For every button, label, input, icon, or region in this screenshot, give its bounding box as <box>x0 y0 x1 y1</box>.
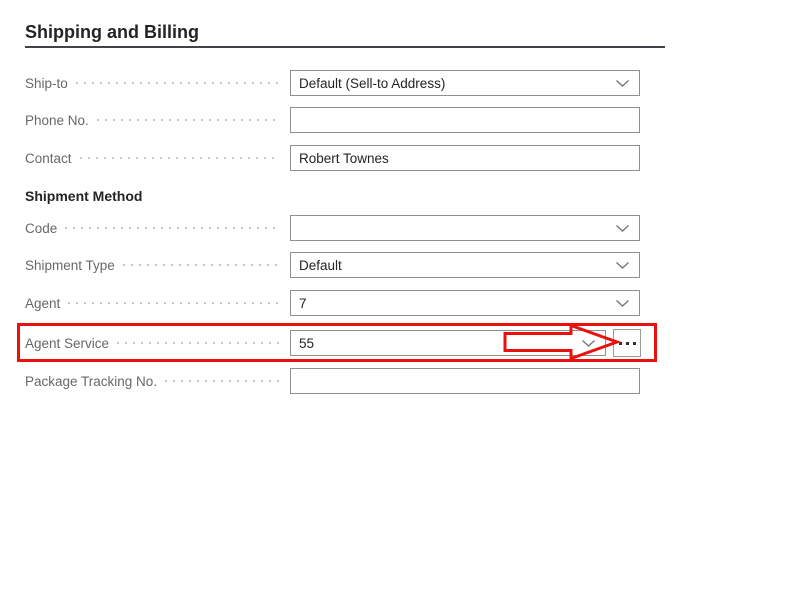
dotted-leader <box>68 302 280 304</box>
chevron-down-icon[interactable] <box>615 299 630 308</box>
code-combobox[interactable] <box>290 215 640 241</box>
shipment-type-input[interactable] <box>291 253 615 277</box>
agent-input[interactable] <box>291 291 615 315</box>
agent-service-combobox[interactable] <box>290 330 606 356</box>
group-header-shipment-method: Shipment Method <box>25 188 142 204</box>
chevron-down-icon[interactable] <box>615 79 630 88</box>
field-row-agent: Agent <box>25 290 641 316</box>
section-title-divider <box>25 46 665 48</box>
agent-service-assist-edit-button[interactable] <box>613 329 641 357</box>
field-row-package-tracking-no: Package Tracking No. <box>25 368 641 394</box>
field-row-code: Code <box>25 215 641 241</box>
chevron-down-icon[interactable] <box>581 339 596 348</box>
package-tracking-no-label: Package Tracking No. <box>25 374 157 389</box>
dotted-leader <box>97 119 280 121</box>
field-row-shipment-type: Shipment Type <box>25 252 641 278</box>
phone-no-input[interactable] <box>291 108 639 132</box>
dotted-leader <box>80 157 280 159</box>
dotted-leader <box>117 342 280 344</box>
agent-service-input[interactable] <box>291 331 581 355</box>
agent-combobox[interactable] <box>290 290 640 316</box>
shipment-type-combobox[interactable] <box>290 252 640 278</box>
package-tracking-no-input[interactable] <box>291 369 639 393</box>
agent-label: Agent <box>25 296 60 311</box>
section-title: Shipping and Billing <box>25 22 199 43</box>
field-row-agent-service: Agent Service <box>25 330 641 356</box>
ellipsis-icon <box>619 342 636 345</box>
phone-no-label: Phone No. <box>25 113 89 128</box>
dotted-leader <box>65 227 280 229</box>
ship-to-label: Ship-to <box>25 76 68 91</box>
code-label: Code <box>25 221 57 236</box>
phone-no-textbox[interactable] <box>290 107 640 133</box>
shipping-and-billing-section: Shipping and Billing Ship-to Phone No. C… <box>0 0 800 600</box>
code-input[interactable] <box>291 216 615 240</box>
chevron-down-icon[interactable] <box>615 224 630 233</box>
dotted-leader <box>165 380 280 382</box>
dotted-leader <box>76 82 280 84</box>
chevron-down-icon[interactable] <box>615 261 630 270</box>
agent-service-label: Agent Service <box>25 336 109 351</box>
contact-label: Contact <box>25 151 72 166</box>
package-tracking-no-textbox[interactable] <box>290 368 640 394</box>
field-row-phone-no: Phone No. <box>25 107 641 133</box>
dotted-leader <box>123 264 280 266</box>
contact-textbox[interactable] <box>290 145 640 171</box>
shipment-type-label: Shipment Type <box>25 258 115 273</box>
ship-to-combobox[interactable] <box>290 70 640 96</box>
ship-to-input[interactable] <box>291 71 615 95</box>
field-row-contact: Contact <box>25 145 641 171</box>
contact-input[interactable] <box>291 146 639 170</box>
field-row-ship-to: Ship-to <box>25 70 641 96</box>
